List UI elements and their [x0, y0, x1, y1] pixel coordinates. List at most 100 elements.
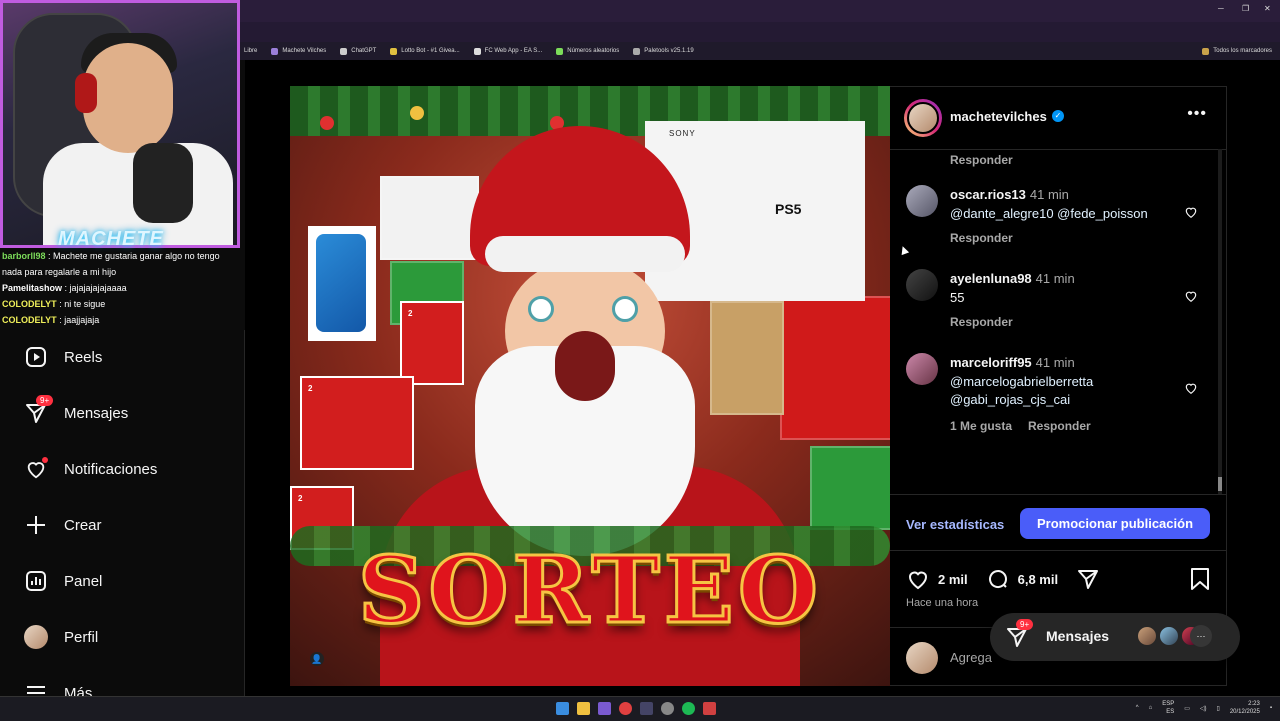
chat-message: COLODELYT : jaajjajaja	[2, 315, 100, 325]
comment-likes[interactable]: 1 Me gusta	[950, 419, 1012, 433]
avatar	[24, 625, 48, 649]
file-explorer-icon[interactable]	[577, 702, 590, 715]
tray-app-icon[interactable]: ⌂	[1149, 705, 1153, 711]
windows-start-icon[interactable]	[556, 702, 569, 715]
display-icon[interactable]: ▭	[1184, 705, 1190, 712]
sidebar-item-dashboard[interactable]: Panel	[24, 569, 102, 593]
messages-floating-button[interactable]: 9+ Mensajes ···	[990, 613, 1240, 661]
chat-username: barborll98	[2, 251, 46, 261]
comment-text[interactable]: @dante_alegre10 @fede_poisson	[950, 205, 1148, 223]
promote-post-button[interactable]: Promocionar publicación	[1020, 508, 1210, 539]
like-icon[interactable]	[906, 567, 930, 591]
iphone-box	[308, 226, 376, 341]
iphone	[316, 234, 366, 332]
app-icon[interactable]	[598, 702, 611, 715]
comment-count[interactable]: 6,8 mil	[1018, 572, 1058, 587]
headset	[75, 73, 97, 113]
comment-icon[interactable]	[986, 567, 1010, 591]
windows-taskbar: ^ ⌂ ESP ES ▭ ◁) ▯ 2:23 20/12/2025 ▪	[0, 696, 1280, 721]
volume-icon[interactable]: ◁)	[1200, 705, 1207, 712]
bookmark-item[interactable]: FC Web App - EA S...	[473, 47, 542, 55]
instagram-sidebar: Reels 9+ Mensajes Notificaciones Crear P…	[0, 330, 245, 702]
restore-button[interactable]: ❐	[1242, 4, 1249, 13]
minimize-button[interactable]: ─	[1218, 4, 1224, 13]
notification-dot	[42, 457, 48, 463]
avatar	[1136, 625, 1158, 647]
sidebar-item-reels[interactable]: Reels	[24, 345, 102, 369]
verified-badge-icon: ✓	[1052, 110, 1064, 122]
clock[interactable]: 2:23 20/12/2025	[1230, 700, 1260, 716]
save-bookmark-icon[interactable]	[1189, 567, 1211, 591]
sidebar-item-profile[interactable]: Perfil	[24, 625, 98, 649]
bookmark-item[interactable]: Paletools v25.1.19	[633, 47, 694, 55]
gift-box	[380, 176, 479, 260]
reply-button[interactable]: Responder	[950, 153, 1013, 167]
more-options-icon[interactable]: •••	[1187, 105, 1207, 123]
chrome-icon[interactable]	[619, 702, 632, 715]
messages-label: Mensajes	[1046, 628, 1110, 644]
bookmark-item[interactable]: Números aleatorios	[556, 47, 619, 55]
chat-message: Pamelitashow : jajajajajajaaaa	[2, 283, 127, 293]
view-insights-link[interactable]: Ver estadísticas	[906, 517, 1004, 532]
battery-icon[interactable]: ▯	[1217, 705, 1220, 712]
reply-button[interactable]: Responder	[950, 315, 1013, 329]
chat-message: barborll98 : Machete me gustaria ganar a…	[2, 251, 220, 277]
avatar[interactable]	[906, 269, 938, 301]
author-avatar-ring[interactable]	[904, 99, 942, 137]
gift-box	[710, 301, 784, 415]
comment-time: 41 min	[1035, 355, 1075, 370]
close-window-button[interactable]: ✕	[1264, 4, 1271, 13]
avatar[interactable]	[906, 353, 938, 385]
microphone	[133, 143, 193, 223]
all-bookmarks-folder[interactable]: Todos los marcadores	[1202, 47, 1272, 55]
sidebar-item-messages[interactable]: 9+ Mensajes	[24, 395, 129, 425]
share-icon[interactable]	[1076, 567, 1100, 591]
like-comment-icon[interactable]	[1184, 205, 1198, 219]
comments-scrollbar[interactable]	[1218, 149, 1222, 494]
bookmark-item[interactable]: Libre	[244, 48, 257, 54]
chat-username: COLODELYT	[2, 315, 57, 325]
app-icon[interactable]	[703, 702, 716, 715]
comment-username[interactable]: marceloriff95	[950, 355, 1032, 370]
reels-icon	[24, 345, 48, 369]
chat-message: COLODELYT : ni te sigue	[2, 299, 106, 309]
gift-box	[780, 296, 890, 440]
comments-list: Responder oscar.rios13 41 min @dante_aleg…	[890, 149, 1227, 494]
sidebar-item-create[interactable]: Crear	[24, 513, 102, 537]
engagement-bar: 2 mil 6,8 mil Hace una hora	[890, 550, 1227, 611]
steam-icon[interactable]	[640, 702, 653, 715]
like-comment-icon[interactable]	[1184, 381, 1198, 395]
sidebar-item-notifications[interactable]: Notificaciones	[24, 457, 157, 481]
app-icon[interactable]	[661, 702, 674, 715]
comment-text[interactable]: @marcelogabrielberretta @gabi_rojas_cjs_…	[950, 373, 1093, 409]
spotify-icon[interactable]	[682, 702, 695, 715]
tagged-user-icon[interactable]: 👤	[310, 652, 324, 666]
sidebar-item-label: Reels	[64, 348, 103, 366]
tray-chevron-icon[interactable]: ^	[1136, 705, 1139, 711]
author-username[interactable]: machetevilches	[950, 109, 1047, 124]
comment-username[interactable]: ayelenluna98	[950, 271, 1032, 286]
webcam-overlay	[0, 0, 240, 248]
comment-meta: 1 Me gusta Responder	[950, 419, 1091, 433]
reply-button[interactable]: Responder	[1028, 419, 1091, 433]
sidebar-item-label: Mensajes	[64, 404, 129, 422]
bookmark-favicon-icon	[473, 47, 481, 55]
post-image[interactable]: SONY PS5 2 2 2 SORTEO 👤	[290, 86, 890, 686]
bookmark-item[interactable]: Lotto Bot - #1 Givea...	[390, 47, 460, 55]
comment-username[interactable]: oscar.rios13	[950, 187, 1026, 202]
like-count[interactable]: 2 mil	[938, 572, 968, 587]
address-bar[interactable]: ▭ ⌕ ⇪ ☆ ⧉ ● ⋮	[240, 22, 1280, 58]
post-header: machetevilches ✓ •••	[890, 87, 1227, 150]
avatar[interactable]	[906, 185, 938, 217]
bookmark-item[interactable]: Machete Vilches	[271, 47, 326, 55]
sorteo-title: SORTEO	[356, 535, 823, 646]
add-comment-input[interactable]: Agrega	[950, 650, 992, 665]
reply-button[interactable]: Responder	[950, 231, 1013, 245]
notification-icon[interactable]: ▪	[1270, 705, 1272, 711]
bookmark-item[interactable]: ChatGPT	[340, 47, 376, 55]
like-comment-icon[interactable]	[1184, 289, 1198, 303]
scrollbar-thumb[interactable]	[1218, 477, 1222, 491]
language-indicator[interactable]: ESP ES	[1162, 700, 1174, 716]
gift-box	[810, 446, 890, 530]
santa-mouth	[555, 331, 615, 401]
